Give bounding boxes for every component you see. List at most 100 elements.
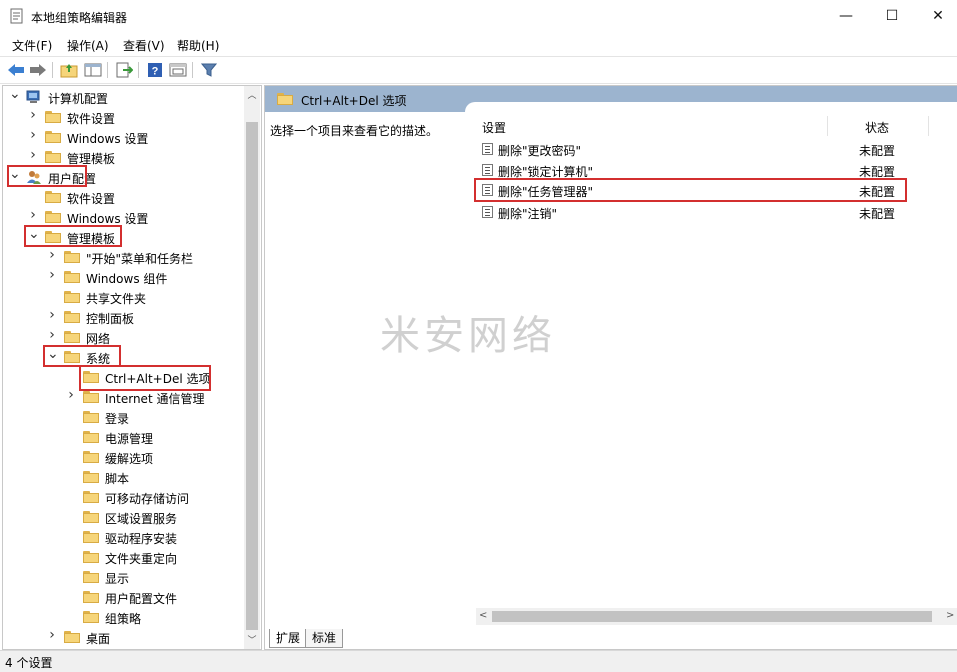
chevron-right-icon[interactable]: › [66, 388, 76, 402]
filter-icon[interactable] [199, 60, 219, 80]
tree-item[interactable]: 可移动存储访问 [3, 487, 243, 507]
chevron-right-icon[interactable]: › [47, 268, 57, 282]
tree-item-label: 软件设置 [67, 192, 116, 206]
tree-scroll-thumb[interactable] [246, 122, 258, 630]
tree-item[interactable]: › 软件设置 [3, 107, 243, 127]
horizontal-scrollbar[interactable]: < > [476, 608, 957, 625]
policy-row[interactable]: 删除"注销" 未配置 [482, 202, 942, 222]
close-button[interactable]: ✕ [915, 0, 957, 32]
scroll-right-icon[interactable]: > [946, 610, 954, 621]
chevron-right-icon[interactable]: › [47, 248, 57, 262]
chevron-right-icon[interactable]: › [28, 108, 38, 122]
tree-item[interactable]: › 控制面板 [3, 307, 243, 327]
column-header-setting[interactable]: 设置 [482, 119, 506, 136]
tree-item[interactable]: › "开始"菜单和任务栏 [3, 247, 243, 267]
tree-item[interactable]: ⌄ 计算机配置 [3, 87, 243, 107]
tree-item-label: 共享文件夹 [86, 292, 147, 306]
maximize-button[interactable]: ☐ [869, 0, 915, 32]
policy-row[interactable]: 删除"锁定计算机" 未配置 [482, 160, 942, 180]
forward-arrow-icon[interactable] [28, 60, 48, 80]
chevron-right-icon[interactable]: › [47, 328, 57, 342]
status-bar: 4 个设置 [0, 650, 957, 672]
tree-item-label: 区域设置服务 [105, 512, 178, 526]
tree-item[interactable]: 区域设置服务 [3, 507, 243, 527]
show-hide-tree-icon[interactable] [83, 60, 103, 80]
tree-scrollbar[interactable]: ︿ ﹀ [244, 86, 260, 649]
tree-item[interactable]: › Internet 通信管理 [3, 387, 243, 407]
folder-icon [83, 511, 99, 523]
tree-item[interactable]: › 桌面 [3, 627, 243, 647]
menu-bar: 文件(F) 操作(A) 查看(V) 帮助(H) [0, 34, 957, 54]
tree-item[interactable]: 软件设置 [3, 187, 243, 207]
highlight-box [474, 178, 907, 202]
folder-icon [83, 531, 99, 543]
folder-icon [45, 151, 61, 163]
tree-item-label: 显示 [105, 572, 130, 586]
tree-item[interactable]: › 管理模板 [3, 147, 243, 167]
back-arrow-icon[interactable] [6, 60, 26, 80]
menu-help[interactable]: 帮助(H) [177, 37, 219, 54]
export-list-icon[interactable] [114, 60, 134, 80]
status-text: 4 个设置 [5, 656, 53, 670]
tree-item[interactable]: 显示 [3, 567, 243, 587]
policy-state: 未配置 [859, 207, 896, 221]
title-bar: 本地组策略编辑器 — ☐ ✕ [0, 0, 957, 32]
policy-state: 未配置 [859, 144, 896, 158]
column-separator [928, 116, 929, 136]
tree-item-label: Internet 通信管理 [105, 392, 205, 406]
tab-standard[interactable]: 标准 [305, 629, 344, 648]
folder-icon [64, 251, 80, 263]
tree-item[interactable]: 用户配置文件 [3, 587, 243, 607]
chevron-right-icon[interactable]: › [28, 128, 38, 142]
tree-item[interactable]: 驱动程序安装 [3, 527, 243, 547]
properties-icon[interactable] [168, 60, 188, 80]
menu-view[interactable]: 查看(V) [123, 37, 165, 54]
settings-list: 设置 状态 删除"更改密码" 未配置 删除"锁定计算机" 未配置 删除"任务管理… [472, 112, 957, 622]
folder-icon [64, 291, 80, 303]
tree-item[interactable]: › Windows 设置 [3, 127, 243, 147]
tree-item[interactable]: 组策略 [3, 607, 243, 627]
tree-item[interactable]: 文件夹重定向 [3, 547, 243, 567]
tree-item[interactable]: ⌄ 系统 [3, 347, 243, 367]
highlight-box [7, 165, 87, 187]
chevron-down-icon[interactable]: ⌄ [9, 87, 21, 101]
chevron-right-icon[interactable]: › [28, 208, 38, 222]
menu-action[interactable]: 操作(A) [67, 37, 109, 54]
scroll-down-icon[interactable]: ﹀ [246, 633, 258, 646]
chevron-right-icon[interactable]: › [47, 308, 57, 322]
tree-item[interactable]: › Windows 设置 [3, 207, 243, 227]
tree-item[interactable]: 共享文件夹 [3, 287, 243, 307]
up-folder-icon[interactable] [59, 60, 79, 80]
tree-item-label: Windows 设置 [67, 132, 149, 146]
tree-item[interactable]: › Windows 组件 [3, 267, 243, 287]
help-icon[interactable]: ? [145, 60, 165, 80]
scroll-left-icon[interactable]: < [479, 610, 487, 621]
policy-setting-icon [482, 206, 493, 218]
tree-item-label: 桌面 [86, 632, 111, 646]
tree-item[interactable]: › 网络 [3, 327, 243, 347]
policy-editor-icon [10, 8, 23, 24]
folder-icon [64, 311, 80, 323]
tree-item-label: 驱动程序安装 [105, 532, 178, 546]
tree-item[interactable]: 电源管理 [3, 427, 243, 447]
column-header-state[interactable]: 状态 [865, 119, 889, 136]
chevron-right-icon[interactable]: › [47, 628, 57, 642]
tree-item[interactable]: 脚本 [3, 467, 243, 487]
tree-item[interactable]: 缓解选项 [3, 447, 243, 467]
tab-extended[interactable]: 扩展 [269, 629, 308, 648]
tree-item-label: 登录 [105, 412, 130, 426]
folder-icon [83, 451, 99, 463]
tree-item-label: Windows 组件 [86, 272, 168, 286]
minimize-button[interactable]: — [823, 0, 869, 32]
chevron-right-icon[interactable]: › [28, 148, 38, 162]
folder-icon [45, 191, 61, 203]
policy-row[interactable]: 删除"更改密码" 未配置 [482, 139, 942, 159]
folder-icon [83, 411, 99, 423]
horizontal-scroll-thumb[interactable] [492, 611, 932, 622]
toolbar: ? [0, 56, 957, 84]
folder-icon [83, 611, 99, 623]
scroll-up-icon[interactable]: ︿ [246, 88, 258, 101]
highlight-box [43, 345, 121, 367]
menu-file[interactable]: 文件(F) [12, 37, 52, 54]
tree-item[interactable]: 登录 [3, 407, 243, 427]
